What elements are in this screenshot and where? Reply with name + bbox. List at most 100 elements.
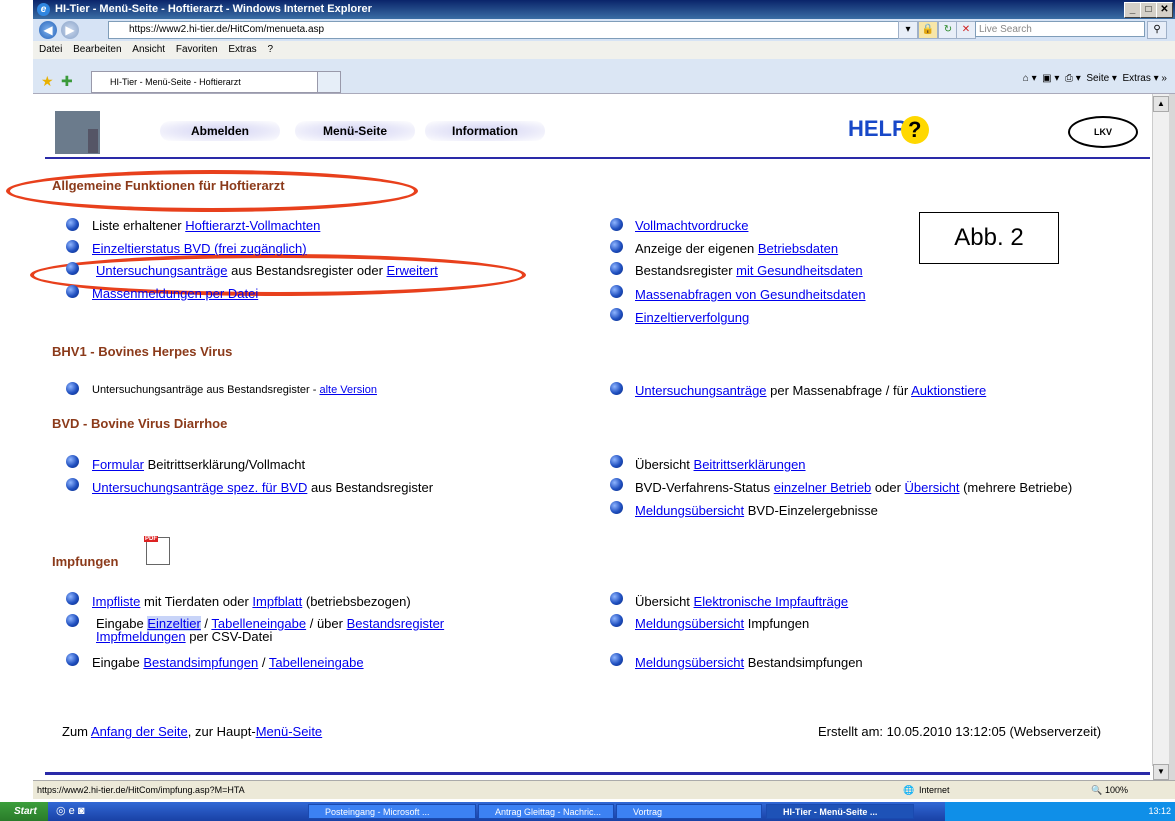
favorites-star-icon[interactable]: ★ (41, 73, 54, 90)
list-item: Formular Beitrittserklärung/Vollmacht (92, 457, 305, 472)
zoom-icon[interactable]: 🔍 (1091, 781, 1102, 799)
footer-nav: Zum Anfang der Seite, zur Haupt-Menü-Sei… (62, 724, 322, 739)
quicklaunch-icon[interactable]: ◎ e ◙ (56, 804, 84, 817)
menu-datei[interactable]: Datei (39, 44, 62, 55)
link-haupt-menue-seite[interactable]: Menü-Seite (256, 724, 322, 739)
link-impfmeldungen[interactable]: Impfmeldungen (96, 629, 186, 644)
close-button[interactable]: ✕ (1156, 2, 1173, 18)
text: (betriebsbezogen) (302, 594, 411, 609)
link-massenmeldungen[interactable]: Massenmeldungen per Datei (92, 286, 258, 301)
address-bar[interactable]: https://www2.hi-tier.de/HitCom/menueta.a… (108, 21, 900, 39)
link-massenabfragen[interactable]: Massenabfragen von Gesundheitsdaten (635, 287, 866, 302)
link-tabelleneingabe-2[interactable]: Tabelleneingabe (269, 655, 364, 670)
nav-menu-seite[interactable]: Menü-Seite (295, 121, 415, 141)
maximize-button[interactable]: □ (1140, 2, 1157, 18)
link-untersuchungsantraege-bvd[interactable]: Untersuchungsanträge spez. für BVD (92, 480, 307, 495)
refresh-icon[interactable]: ↻ (938, 21, 958, 39)
page-menu[interactable]: Seite (1086, 73, 1109, 84)
window-titlebar: e HI-Tier - Menü-Seite - Hoftierarzt - W… (33, 0, 1175, 19)
list-item: Untersuchungsanträge spez. für BVD aus B… (92, 480, 433, 495)
link-impfblatt[interactable]: Impfblatt (252, 594, 302, 609)
minimize-button[interactable]: _ (1124, 2, 1141, 18)
forward-button[interactable]: ▶ (61, 21, 79, 39)
menu-favoriten[interactable]: Favoriten (176, 44, 218, 55)
scroll-up-icon[interactable]: ▲ (1153, 96, 1169, 112)
link-mit-gesundheitsdaten[interactable]: mit Gesundheitsdaten (736, 263, 862, 278)
left-margin (0, 0, 33, 802)
menu-help[interactable]: ? (267, 44, 273, 55)
link-hoftierarzt-vollmachten[interactable]: Hoftierarzt-Vollmachten (185, 218, 320, 233)
link-meldungsuebersicht-bvd[interactable]: Meldungsübersicht (635, 503, 744, 518)
link-einzeltierstatus-bvd[interactable]: Einzeltierstatus BVD (frei zugänglich) (92, 241, 307, 256)
link-formular[interactable]: Formular (92, 457, 144, 472)
link-meldungsuebersicht-impf[interactable]: Meldungsübersicht (635, 616, 744, 631)
link-vollmachtvordrucke[interactable]: Vollmachtvordrucke (635, 218, 748, 233)
link-bestandsregister[interactable]: Bestandsregister (347, 616, 445, 631)
link-elektronische-impfauftraege[interactable]: Elektronische Impfaufträge (694, 594, 849, 609)
back-button[interactable]: ◀ (39, 21, 57, 39)
bullet-icon (610, 653, 623, 666)
bullet-icon (66, 262, 79, 275)
link-einzelner-betrieb[interactable]: einzelner Betrieb (774, 480, 872, 495)
menu-ansicht[interactable]: Ansicht (132, 44, 165, 55)
link-beitrittserklaerungen[interactable]: Beitrittserklärungen (694, 457, 806, 472)
link-einzeltierverfolgung[interactable]: Einzeltierverfolgung (635, 310, 749, 325)
bullet-icon (610, 240, 623, 253)
task-vortrag[interactable]: Vortrag (616, 804, 762, 819)
search-icon[interactable]: ⚲ (1147, 21, 1167, 39)
link-bestandsimpfungen[interactable]: Bestandsimpfungen (143, 655, 258, 670)
created-timestamp: Erstellt am: 10.05.2010 13:12:05 (Webser… (818, 724, 1102, 739)
start-button[interactable]: Start (0, 802, 48, 821)
home-icon[interactable]: ⌂ ▾ (1023, 73, 1037, 84)
task-posteingang[interactable]: Posteingang - Microsoft ... (308, 804, 476, 819)
task-hi-tier[interactable]: HI-Tier - Menü-Seite ... (766, 804, 914, 819)
system-tray: 13:12 (945, 802, 1175, 821)
list-item: BVD-Verfahrens-Status einzelner Betrieb … (635, 480, 1072, 495)
list-item: Bestandsregister mit Gesundheitsdaten (635, 263, 863, 278)
link-meldungsuebersicht-bestand[interactable]: Meldungsübersicht (635, 655, 744, 670)
link-anfang-der-seite[interactable]: Anfang der Seite (91, 724, 188, 739)
feeds-icon[interactable]: ▣ ▾ (1042, 73, 1059, 84)
pdf-icon[interactable]: PDF (144, 536, 170, 565)
browser-tab[interactable]: HI-Tier - Menü-Seite - Hoftierarzt (91, 71, 318, 93)
menu-extras[interactable]: Extras (228, 44, 256, 55)
menu-bearbeiten[interactable]: Bearbeiten (73, 44, 121, 55)
text: oder (871, 480, 905, 495)
hi-tier-logo (55, 111, 100, 154)
tools-menu[interactable]: Extras (1123, 73, 1151, 84)
link-erweitert[interactable]: Erweitert (387, 263, 438, 278)
search-input[interactable]: Live Search (975, 21, 1145, 37)
link-uebersicht[interactable]: Übersicht (905, 480, 960, 495)
link-untersuchungsantraege[interactable]: Untersuchungsanträge (96, 263, 228, 278)
link-auktionstiere[interactable]: Auktionstiere (911, 383, 986, 398)
bullet-icon (610, 455, 623, 468)
bullet-icon (610, 382, 623, 395)
lkv-logo: LKV (1068, 116, 1138, 148)
link-betriebsdaten[interactable]: Betriebsdaten (758, 241, 838, 256)
task-antrag-gleittag[interactable]: Antrag Gleittag - Nachric... (478, 804, 614, 819)
address-toolbar: ◀ ▶ https://www2.hi-tier.de/HitCom/menue… (33, 19, 1175, 42)
ie-logo-icon: e (37, 3, 50, 16)
new-tab-button[interactable] (317, 71, 341, 93)
nav-information[interactable]: Information (425, 121, 545, 141)
list-item: Untersuchungsanträge per Massenabfrage /… (635, 383, 986, 398)
lock-icon[interactable]: 🔒 (918, 21, 938, 39)
address-dropdown-icon[interactable]: ▾ (898, 21, 918, 39)
nav-abmelden[interactable]: Abmelden (160, 121, 280, 141)
list-item: Massenabfragen von Gesundheitsdaten (635, 287, 866, 302)
text: Bestandsregister (635, 263, 737, 278)
stop-icon[interactable]: ✕ (956, 21, 976, 39)
vertical-scrollbar[interactable] (1152, 94, 1169, 766)
zoom-level[interactable]: 100% (1105, 781, 1128, 799)
link-impfliste[interactable]: Impfliste (92, 594, 140, 609)
help-button[interactable]: HELP? (848, 116, 929, 145)
text: BVD-Verfahrens-Status (635, 480, 774, 495)
link-alte-version[interactable]: alte Version (319, 384, 376, 396)
list-item: Übersicht Beitrittserklärungen (635, 457, 806, 472)
link-untersuchungsantraege-massen[interactable]: Untersuchungsanträge (635, 383, 767, 398)
text: aus Bestandsregister oder (227, 263, 387, 278)
print-icon[interactable]: ⎙ ▾ (1065, 73, 1081, 84)
scroll-down-icon[interactable]: ▼ (1153, 764, 1169, 780)
add-favorite-icon[interactable]: ✚ (61, 73, 73, 90)
bullet-icon (66, 653, 79, 666)
